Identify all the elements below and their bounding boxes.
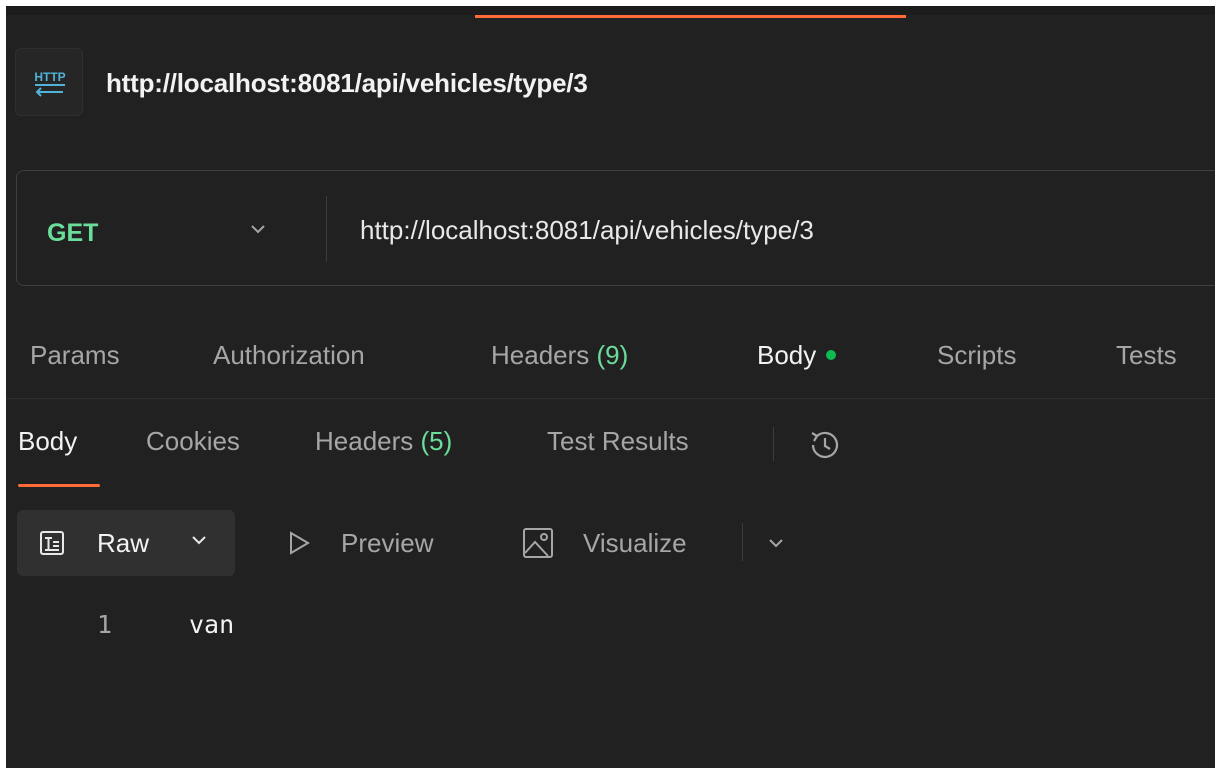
url-bar: GET http://localhost:8081/api/vehicles/t…: [16, 170, 1215, 286]
active-response-tab-underline: [18, 484, 100, 487]
response-tab-body[interactable]: Body: [18, 426, 77, 457]
tab-label: Body: [18, 426, 78, 456]
http-request-icon: HTTP: [15, 48, 83, 116]
tab-label: Authorization: [213, 340, 365, 370]
visualize-button[interactable]: Visualize: [583, 528, 687, 559]
app-window: HTTP http://localhost:8081/api/vehicles/…: [6, 6, 1215, 768]
tab-label: Cookies: [146, 426, 240, 456]
active-tab-indicator: [475, 15, 906, 18]
method-select[interactable]: GET: [47, 219, 98, 248]
chevron-down-icon[interactable]: [767, 537, 785, 549]
tab-tests[interactable]: Tests: [1116, 340, 1177, 371]
chevron-down-icon[interactable]: [249, 223, 267, 235]
body-indicator-dot: [826, 350, 837, 361]
response-tab-cookies[interactable]: Cookies: [146, 426, 240, 457]
raw-format-select[interactable]: Raw: [17, 510, 235, 576]
text-format-icon: [40, 531, 64, 555]
response-tab-test-results[interactable]: Test Results: [547, 426, 689, 457]
tab-params[interactable]: Params: [30, 340, 120, 371]
tab-strip: [6, 6, 1215, 15]
url-divider: [326, 196, 327, 262]
tab-headers[interactable]: Headers (9): [491, 340, 628, 371]
tab-label: Body: [757, 340, 817, 370]
image-icon[interactable]: [521, 526, 555, 560]
svg-text:HTTP: HTTP: [34, 70, 65, 84]
play-icon[interactable]: [284, 528, 314, 558]
request-title[interactable]: http://localhost:8081/api/vehicles/type/…: [106, 68, 588, 99]
headers-count: (9): [596, 340, 629, 370]
tab-label: Tests: [1116, 340, 1177, 370]
raw-label: Raw: [97, 528, 150, 558]
response-tab-headers[interactable]: Headers (5): [315, 426, 452, 457]
tab-body[interactable]: Body: [757, 340, 837, 371]
tab-label: Params: [30, 340, 120, 370]
tab-label: Headers: [491, 340, 590, 370]
tab-authorization[interactable]: Authorization: [213, 340, 365, 371]
url-input[interactable]: http://localhost:8081/api/vehicles/type/…: [360, 215, 814, 246]
tab-label: Headers: [315, 426, 414, 456]
tab-label: Scripts: [937, 340, 1017, 370]
preview-button[interactable]: Preview: [341, 528, 433, 559]
tab-separator: [773, 427, 774, 461]
section-divider: [6, 398, 1215, 399]
chevron-down-icon: [192, 536, 206, 545]
tab-scripts[interactable]: Scripts: [937, 340, 1016, 371]
history-icon[interactable]: [804, 424, 846, 466]
tab-label: Test Results: [547, 426, 689, 456]
response-body-line[interactable]: van: [189, 610, 234, 639]
toolbar-separator: [742, 523, 743, 561]
line-number: 1: [97, 610, 113, 639]
response-headers-count: (5): [420, 426, 453, 456]
